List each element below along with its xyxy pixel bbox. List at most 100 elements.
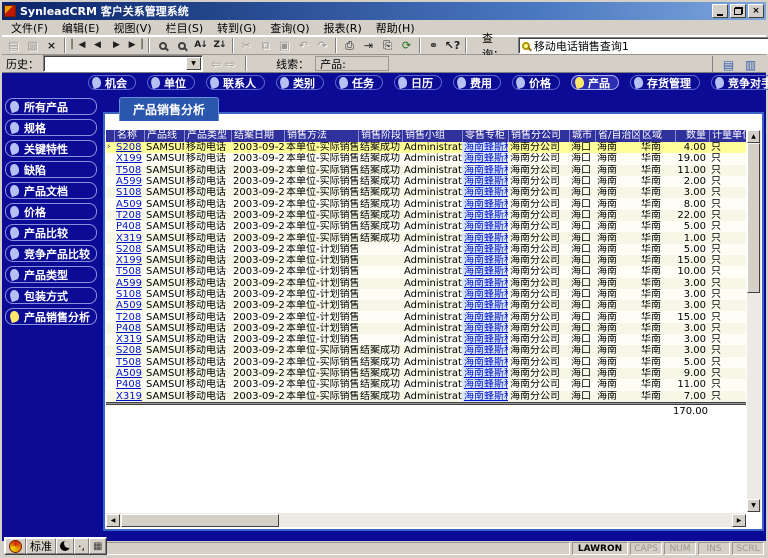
vertical-scrollbar[interactable]: ▲ ▼	[747, 130, 761, 512]
print-button[interactable]: ⎙	[340, 37, 359, 54]
retail-counter-link[interactable]: 海南蜂斯科	[462, 368, 508, 379]
sidebar-item[interactable]: 竞争产品比较	[5, 245, 97, 262]
sidebar-item[interactable]: 关键特性	[5, 140, 97, 157]
retail-counter-link[interactable]: 海南蜂斯科	[462, 278, 508, 289]
retail-counter-link[interactable]: 海南蜂斯科	[462, 334, 508, 345]
retail-counter-link[interactable]: 海南蜂斯科	[462, 289, 508, 300]
sidebar-item[interactable]: 包装方式	[5, 287, 97, 304]
module-tab[interactable]: 类别	[276, 75, 324, 90]
retail-counter-link[interactable]: 海南蜂斯科	[462, 165, 508, 176]
menu-item[interactable]: 帮助(H)	[369, 19, 422, 37]
paste-button[interactable]: ▣	[275, 37, 294, 54]
sidebar-item[interactable]: 产品文档	[5, 182, 97, 199]
table-row[interactable]: T508 SAMSUNG 移动电话 2003-09-24 本单位-实际销售 结案…	[106, 357, 746, 368]
product-name-link[interactable]: P408	[114, 323, 144, 334]
nav-next-button[interactable]: ▶	[107, 37, 126, 54]
column-header[interactable]: 城市	[569, 130, 595, 142]
module-tab[interactable]: 联系人	[206, 75, 265, 90]
retail-counter-link[interactable]: 海南蜂斯科	[462, 176, 508, 187]
scroll-right-button[interactable]: ▶	[732, 514, 746, 527]
module-tab[interactable]: 价格	[512, 75, 560, 90]
table-row[interactable]: A509 SAMSUNG 移动电话 2003-09-23 本单位-计划销售 Ad…	[106, 300, 746, 311]
history-dropdown-button[interactable]: ▼	[186, 57, 201, 70]
product-name-link[interactable]: A509	[114, 368, 144, 379]
forward-button[interactable]: ⇨	[225, 57, 235, 71]
sidebar-item[interactable]: 缺陷	[5, 161, 97, 178]
search-preview-button[interactable]	[172, 37, 191, 54]
retail-counter-link[interactable]: 海南蜂斯科	[462, 221, 508, 232]
product-name-link[interactable]: T208	[114, 312, 144, 323]
module-tab[interactable]: 机会	[88, 75, 136, 90]
table-row[interactable]: › S208 SAMSUNG 移动电话 2003-09-23 本单位-实际销售 …	[106, 142, 746, 153]
retail-counter-link[interactable]: 海南蜂斯科	[462, 153, 508, 164]
product-name-link[interactable]: P408	[114, 221, 144, 232]
refresh-button[interactable]: ⟳	[397, 37, 416, 54]
table-row[interactable]: P408 SAMSUNG 移动电话 2003-09-24 本单位-实际销售 结案…	[106, 379, 746, 390]
query-combobox[interactable]: 移动电话销售查询1 ▼	[518, 37, 768, 54]
retail-counter-link[interactable]: 海南蜂斯科	[462, 233, 508, 244]
retail-counter-link[interactable]: 海南蜂斯科	[462, 142, 508, 153]
menu-item[interactable]: 栏目(S)	[159, 19, 211, 37]
column-header[interactable]: 结案日期	[231, 130, 284, 142]
ime-logo-cell[interactable]	[5, 538, 26, 554]
retail-counter-link[interactable]: 海南蜂斯科	[462, 255, 508, 266]
module-tab[interactable]: 存货管理	[630, 75, 700, 90]
retail-counter-link[interactable]: 海南蜂斯科	[462, 300, 508, 311]
retail-counter-link[interactable]: 海南蜂斯科	[462, 199, 508, 210]
sidebar-item[interactable]: 产品比较	[5, 224, 97, 241]
edit-record-button[interactable]: ▧	[23, 37, 42, 54]
nav-prev-button[interactable]: ◀	[88, 37, 107, 54]
cut-button[interactable]: ✂	[237, 37, 256, 54]
retail-counter-link[interactable]: 海南蜂斯科	[462, 345, 508, 356]
retail-counter-link[interactable]: 海南蜂斯科	[462, 323, 508, 334]
history-combobox[interactable]: ▼	[43, 55, 203, 72]
context-help-button[interactable]: ↖?	[443, 37, 462, 54]
sidebar-item[interactable]: 价格	[5, 203, 97, 220]
find-button[interactable]: ⚭	[424, 37, 443, 54]
sidebar-item[interactable]: 产品销售分析	[5, 308, 97, 325]
product-name-link[interactable]: S208	[114, 142, 144, 153]
column-header[interactable]: 销售阶段	[358, 130, 402, 142]
module-tab[interactable]: 任务	[335, 75, 383, 90]
module-tab[interactable]: 日历	[394, 75, 442, 90]
scroll-left-button[interactable]: ◀	[106, 514, 120, 527]
retail-counter-link[interactable]: 海南蜂斯科	[462, 312, 508, 323]
minimize-button[interactable]	[712, 4, 728, 18]
product-name-link[interactable]: X199	[114, 255, 144, 266]
table-row[interactable]: T208 SAMSUNG 移动电话 2003-09-23 本单位-计划销售 Ad…	[106, 311, 746, 322]
table-row[interactable]: A509 SAMSUNG 移动电话 2003-09-23 本单位-实际销售 结案…	[106, 198, 746, 209]
report-view-button[interactable]: ▤	[719, 56, 738, 73]
sidebar-item[interactable]: 所有产品	[5, 98, 97, 115]
module-tab[interactable]: 竞争对手	[711, 75, 768, 90]
table-row[interactable]: A599 SAMSUNG 移动电话 2003-09-23 本单位-计划销售 Ad…	[106, 278, 746, 289]
column-header[interactable]: 数量	[675, 130, 709, 142]
back-button[interactable]: ⇦	[211, 57, 221, 71]
search-button[interactable]	[153, 37, 172, 54]
product-name-link[interactable]: X199	[114, 153, 144, 164]
table-row[interactable]: P408 SAMSUNG 移动电话 2003-09-23 本单位-实际销售 结案…	[106, 221, 746, 232]
module-tab[interactable]: 费用	[453, 75, 501, 90]
column-header[interactable]: 产品线	[144, 130, 184, 142]
column-header[interactable]: 计量单位	[709, 130, 746, 142]
vertical-scroll-thumb[interactable]	[747, 143, 760, 293]
product-name-link[interactable]: A509	[114, 300, 144, 311]
column-header[interactable]: 名称	[114, 130, 144, 142]
redo-button[interactable]: ↷	[313, 37, 332, 54]
ime-fullhalf-button[interactable]	[56, 538, 74, 554]
product-name-link[interactable]: A509	[114, 199, 144, 210]
retail-counter-link[interactable]: 海南蜂斯科	[462, 187, 508, 198]
column-header[interactable]: 销售小组	[402, 130, 462, 142]
module-tab[interactable]: 单位	[147, 75, 195, 90]
column-header[interactable]: 零售专柜	[462, 130, 508, 142]
retail-counter-link[interactable]: 海南蜂斯科	[462, 244, 508, 255]
delete-record-button[interactable]: ×	[42, 37, 61, 54]
menu-item[interactable]: 转到(G)	[210, 19, 263, 37]
table-row[interactable]: T508 SAMSUNG 移动电话 2003-09-23 本单位-计划销售 Ad…	[106, 266, 746, 277]
product-name-link[interactable]: T208	[114, 210, 144, 221]
module-tab[interactable]: 产品	[571, 75, 619, 90]
copy-button[interactable]: ⧉	[256, 37, 275, 54]
horizontal-scroll-thumb[interactable]	[121, 514, 279, 527]
table-row[interactable]: X199 SAMSUNG 移动电话 2003-09-23 本单位-计划销售 Ad…	[106, 255, 746, 266]
ime-mode-button[interactable]: 标准	[26, 538, 56, 554]
table-row[interactable]: T208 SAMSUNG 移动电话 2003-09-23 本单位-实际销售 结案…	[106, 210, 746, 221]
